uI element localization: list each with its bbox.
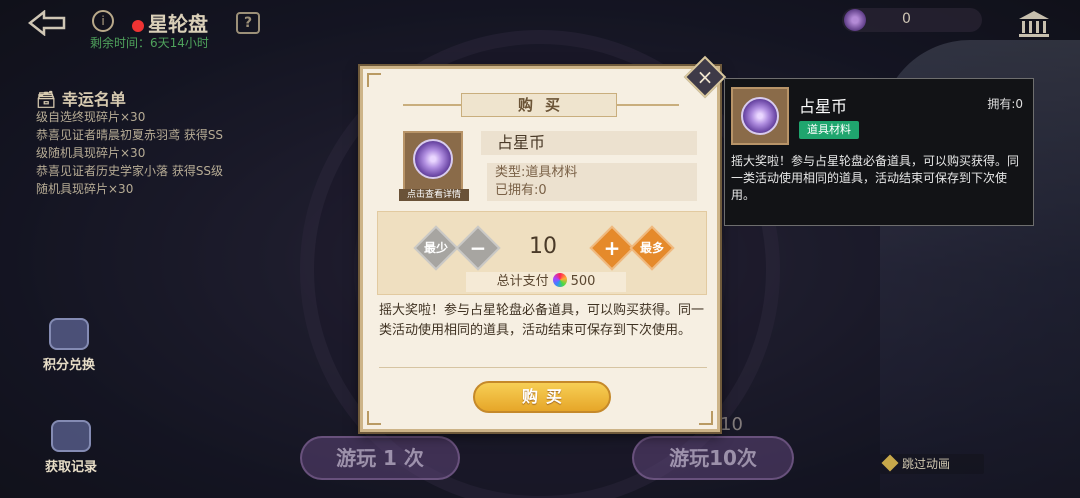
notification-dot bbox=[132, 19, 144, 32]
dialog-corner bbox=[367, 411, 381, 425]
plus-icon: + bbox=[603, 236, 621, 260]
header-divider bbox=[403, 104, 461, 106]
description-divider bbox=[379, 367, 707, 368]
help-button[interactable]: ? bbox=[236, 12, 260, 34]
ten-count: 10 bbox=[720, 414, 743, 435]
lucky-list-title: 🗃 幸运名单 bbox=[36, 90, 126, 109]
item-tooltip: 占星币 拥有:0 道具材料 摇大奖啦！参与占星轮盘必备道具，可以购买获得。同一类… bbox=[724, 78, 1034, 226]
min-label: 最少 bbox=[423, 241, 448, 255]
total-value: 500 bbox=[570, 274, 596, 289]
purchase-dialog: 购买 点击查看详情 占星币 类型:道具材料 已拥有:0 最少 − 10 + 最多… bbox=[360, 66, 720, 432]
records-button[interactable]: 获取记录 bbox=[36, 420, 106, 475]
tooltip-owned: 拥有:0 bbox=[987, 97, 1023, 111]
max-button[interactable]: 最多 bbox=[629, 225, 675, 271]
item-owned: 已拥有:0 bbox=[495, 183, 547, 198]
list-item: 恭喜见证者历史学家小落 获得SS级随机具现碎片×30 bbox=[36, 164, 224, 196]
gem-icon bbox=[552, 273, 567, 287]
quantity-value: 10 bbox=[529, 234, 557, 259]
astro-coin-icon bbox=[741, 97, 779, 135]
records-icon bbox=[51, 420, 91, 452]
tooltip-type-tag: 道具材料 bbox=[799, 121, 859, 139]
page-title: 星轮盘 bbox=[132, 8, 208, 37]
plus-button[interactable]: + bbox=[589, 225, 635, 271]
astro-coin-icon bbox=[413, 139, 453, 179]
play-ten-button[interactable]: 游玩10次 bbox=[632, 436, 794, 480]
header-divider bbox=[617, 104, 679, 106]
max-label: 最多 bbox=[639, 241, 664, 255]
back-icon[interactable] bbox=[27, 9, 66, 37]
currency-value: 0 bbox=[902, 11, 911, 27]
remaining-time: 剩余时间：6天14小时 bbox=[90, 36, 209, 50]
total-label: 总计支付 bbox=[496, 274, 549, 289]
dialog-corner bbox=[699, 411, 713, 425]
currency-display: 0 bbox=[842, 8, 982, 32]
item-icon-button[interactable] bbox=[403, 131, 463, 191]
list-item: 级自选终现碎片×30 bbox=[36, 110, 146, 124]
item-description: 摇大奖啦！参与占星轮盘必备道具，可以购买获得。同一类活动使用相同的道具，活动结束… bbox=[379, 303, 705, 338]
item-type: 类型:道具材料 bbox=[495, 165, 578, 180]
minus-icon: − bbox=[469, 236, 487, 260]
play-once-button[interactable]: 游玩 1 次 bbox=[300, 436, 460, 480]
min-button[interactable]: 最少 bbox=[413, 225, 459, 271]
item-meta: 类型:道具材料 已拥有:0 bbox=[487, 163, 697, 201]
buy-button[interactable]: 购买 bbox=[473, 381, 611, 413]
total-payment: 总计支付 500 bbox=[466, 272, 626, 292]
page-title-text: 星轮盘 bbox=[148, 12, 208, 36]
skip-label: 跳过动画 bbox=[902, 457, 951, 471]
item-detail-caption[interactable]: 点击查看详情 bbox=[399, 189, 469, 201]
tooltip-item-name: 占星币 bbox=[799, 97, 848, 116]
records-label: 获取记录 bbox=[44, 460, 97, 475]
dialog-corner bbox=[367, 73, 381, 87]
item-name: 占星币 bbox=[481, 131, 697, 155]
cards-icon bbox=[49, 318, 89, 350]
quantity-panel: 最少 − 10 + 最多 总计支付 500 bbox=[377, 211, 707, 295]
points-exchange-label: 积分兑换 bbox=[42, 358, 95, 373]
lucky-list: 级自选终现碎片×30 恭喜见证者晴晨初夏赤羽鸢 获得SS级随机具现碎片×30 恭… bbox=[36, 108, 226, 198]
close-icon: × bbox=[696, 65, 714, 89]
info-icon[interactable]: i bbox=[92, 10, 114, 32]
skip-animation-button[interactable]: 跳过动画 bbox=[880, 454, 984, 474]
points-exchange-button[interactable]: 积分兑换 bbox=[34, 318, 104, 373]
astro-coin-icon bbox=[844, 9, 866, 31]
bank-icon[interactable] bbox=[1018, 10, 1050, 38]
tooltip-description: 摇大奖啦！参与占星轮盘必备道具，可以购买获得。同一类活动使用相同的道具，活动结束… bbox=[731, 154, 1020, 202]
dialog-title: 购买 bbox=[461, 93, 617, 117]
tooltip-item-icon bbox=[731, 87, 789, 145]
list-item: 恭喜见证者晴晨初夏赤羽鸢 获得SS级随机具现碎片×30 bbox=[36, 128, 224, 160]
minus-button[interactable]: − bbox=[455, 225, 501, 271]
